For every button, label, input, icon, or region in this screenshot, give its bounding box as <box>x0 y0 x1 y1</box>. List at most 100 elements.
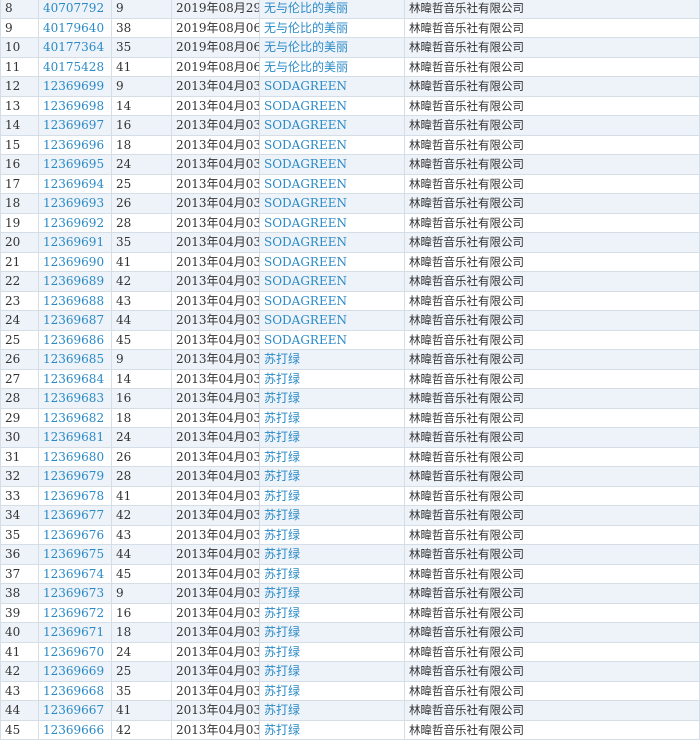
class-cell: 25 <box>111 661 172 682</box>
registration-number-link[interactable]: 12369685 <box>43 352 104 366</box>
registration-number-link[interactable]: 12369678 <box>43 489 104 503</box>
trademark-name-link[interactable]: SODAGREEN <box>264 157 347 171</box>
row-number-cell: 24 <box>0 310 39 331</box>
trademark-name-link[interactable]: 苏打绿 <box>264 469 300 483</box>
trademark-name-link[interactable]: SODAGREEN <box>264 138 347 152</box>
trademark-name-link[interactable]: 苏打绿 <box>264 391 300 405</box>
registration-number-link[interactable]: 12369687 <box>43 313 104 327</box>
trademark-name-cell: SODAGREEN <box>259 76 405 97</box>
trademark-name-link[interactable]: 无与伦比的美丽 <box>264 40 348 54</box>
registration-number-link[interactable]: 12369682 <box>43 411 104 425</box>
trademark-name-link[interactable]: 苏打绿 <box>264 625 300 639</box>
trademark-name-link[interactable]: 苏打绿 <box>264 450 300 464</box>
trademark-name-link[interactable]: 苏打绿 <box>264 645 300 659</box>
applicant-cell: 林暐哲音乐社有限公司 <box>404 524 700 545</box>
trademark-name-cell: 无与伦比的美丽 <box>259 37 405 58</box>
trademark-name-link[interactable]: SODAGREEN <box>264 99 347 113</box>
registration-number-link[interactable]: 12369691 <box>43 235 104 249</box>
trademark-name-link[interactable]: SODAGREEN <box>264 255 347 269</box>
trademark-name-link[interactable]: 苏打绿 <box>264 606 300 620</box>
registration-number-link[interactable]: 12369694 <box>43 177 104 191</box>
registration-number-link[interactable]: 12369668 <box>43 684 104 698</box>
trademark-name-link[interactable]: 苏打绿 <box>264 567 300 581</box>
registration-number-link[interactable]: 12369692 <box>43 216 104 230</box>
trademark-name-link[interactable]: SODAGREEN <box>264 235 347 249</box>
trademark-name-link[interactable]: 苏打绿 <box>264 664 300 678</box>
registration-number-link[interactable]: 12369670 <box>43 645 104 659</box>
class-cell: 24 <box>111 641 172 662</box>
table-row: 27 12369684 142013年04月03日苏打绿 林暐哲音乐社有限公司 <box>0 368 700 389</box>
trademark-name-link[interactable]: SODAGREEN <box>264 294 347 308</box>
applicant-cell: 林暐哲音乐社有限公司 <box>404 232 700 253</box>
trademark-name-link[interactable]: 苏打绿 <box>264 723 300 737</box>
table-row: 25 12369686 452013年04月03日 SODAGREEN 林暐哲音乐社有限… <box>0 329 700 350</box>
registration-number-link[interactable]: 12369672 <box>43 606 104 620</box>
trademark-name-link[interactable]: 苏打绿 <box>264 352 300 366</box>
applicant-cell: 林暐哲音乐社有限公司 <box>404 388 700 409</box>
trademark-name-link[interactable]: 苏打绿 <box>264 430 300 444</box>
table-row: 8 40707792 92019年08月29日无与伦比的美丽 林暐哲音乐社有限公司 <box>0 0 700 19</box>
trademark-name-link[interactable]: 苏打绿 <box>264 586 300 600</box>
trademark-name-link[interactable]: SODAGREEN <box>264 333 347 347</box>
trademark-name-link[interactable]: 苏打绿 <box>264 372 300 386</box>
trademark-name-link[interactable]: SODAGREEN <box>264 274 347 288</box>
table-row: 12 12369699 92013年04月03日 SODAGREEN 林暐哲音乐社有限公… <box>0 76 700 97</box>
trademark-name-link[interactable]: SODAGREEN <box>264 216 347 230</box>
registration-number-cell: 12369694 <box>38 173 112 194</box>
trademark-name-link[interactable]: 苏打绿 <box>264 508 300 522</box>
registration-number-link[interactable]: 12369681 <box>43 430 104 444</box>
registration-number-link[interactable]: 12369689 <box>43 274 104 288</box>
applicant-cell: 林暐哲音乐社有限公司 <box>404 76 700 97</box>
registration-number-link[interactable]: 12369669 <box>43 664 104 678</box>
registration-number-link[interactable]: 12369683 <box>43 391 104 405</box>
registration-number-link[interactable]: 40175428 <box>43 60 104 74</box>
registration-number-link[interactable]: 40177364 <box>43 40 104 54</box>
table-row: 13 12369698 142013年04月03日 SODAGREEN 林暐哲音乐社有限… <box>0 95 700 116</box>
trademark-name-link[interactable]: 苏打绿 <box>264 684 300 698</box>
trademark-name-link[interactable]: 苏打绿 <box>264 411 300 425</box>
row-number-cell: 36 <box>0 544 39 565</box>
trademark-name-link[interactable]: 苏打绿 <box>264 547 300 561</box>
registration-number-link[interactable]: 12369680 <box>43 450 104 464</box>
registration-number-link[interactable]: 12369679 <box>43 469 104 483</box>
trademark-name-link[interactable]: SODAGREEN <box>264 118 347 132</box>
trademark-name-link[interactable]: SODAGREEN <box>264 313 347 327</box>
registration-number-link[interactable]: 12369677 <box>43 508 104 522</box>
registration-number-link[interactable]: 12369686 <box>43 333 104 347</box>
registration-number-link[interactable]: 12369688 <box>43 294 104 308</box>
trademark-name-link[interactable]: SODAGREEN <box>264 196 347 210</box>
class-cell: 9 <box>111 0 172 19</box>
trademark-name-cell: 苏打绿 <box>259 622 405 643</box>
registration-number-link[interactable]: 40179640 <box>43 21 104 35</box>
registration-number-link[interactable]: 12369684 <box>43 372 104 386</box>
trademark-name-link[interactable]: 苏打绿 <box>264 528 300 542</box>
trademark-name-link[interactable]: 无与伦比的美丽 <box>264 60 348 74</box>
trademark-name-link[interactable]: 苏打绿 <box>264 489 300 503</box>
registration-number-link[interactable]: 12369674 <box>43 567 104 581</box>
registration-number-link[interactable]: 12369676 <box>43 528 104 542</box>
trademark-name-cell: 苏打绿 <box>259 407 405 428</box>
registration-number-link[interactable]: 12369693 <box>43 196 104 210</box>
trademark-name-link[interactable]: SODAGREEN <box>264 79 347 93</box>
registration-number-link[interactable]: 12369673 <box>43 586 104 600</box>
class-cell: 42 <box>111 719 172 740</box>
registration-number-link[interactable]: 12369690 <box>43 255 104 269</box>
row-number-cell: 43 <box>0 680 39 701</box>
trademark-name-link[interactable]: 苏打绿 <box>264 703 300 717</box>
registration-number-link[interactable]: 40707792 <box>43 1 104 15</box>
trademark-name-link[interactable]: 无与伦比的美丽 <box>264 21 348 35</box>
registration-number-link[interactable]: 12369671 <box>43 625 104 639</box>
registration-number-link[interactable]: 12369696 <box>43 138 104 152</box>
registration-number-link[interactable]: 12369667 <box>43 703 104 717</box>
registration-number-link[interactable]: 12369697 <box>43 118 104 132</box>
registration-number-link[interactable]: 12369698 <box>43 99 104 113</box>
application-date-cell: 2013年04月03日 <box>171 154 260 175</box>
registration-number-link[interactable]: 12369675 <box>43 547 104 561</box>
registration-number-link[interactable]: 12369699 <box>43 79 104 93</box>
trademark-name-link[interactable]: SODAGREEN <box>264 177 347 191</box>
trademark-name-link[interactable]: 无与伦比的美丽 <box>264 1 348 15</box>
registration-number-link[interactable]: 12369695 <box>43 157 104 171</box>
class-cell: 35 <box>111 37 172 58</box>
registration-number-link[interactable]: 12369666 <box>43 723 104 737</box>
applicant-cell: 林暐哲音乐社有限公司 <box>404 95 700 116</box>
